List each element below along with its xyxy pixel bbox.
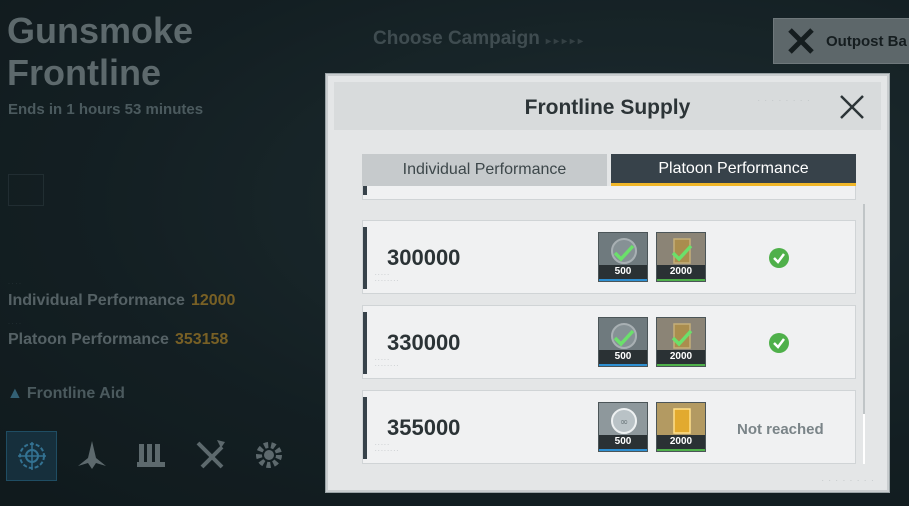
reward-row: 330000 · · · · · · · · · · · · · 500 2000 bbox=[362, 305, 856, 379]
reward-item-gold[interactable]: 2000 bbox=[656, 402, 706, 452]
reward-item-gold[interactable]: 2000 bbox=[656, 232, 706, 282]
close-icon bbox=[840, 95, 864, 119]
frontline-supply-modal: Frontline Supply · · · · · · · · Individ… bbox=[326, 74, 889, 492]
reward-item-medal[interactable]: 500 bbox=[598, 232, 648, 282]
check-icon bbox=[671, 329, 693, 347]
reward-row: 300000 · · · · · · · · · · · · · 500 2000 bbox=[362, 220, 856, 294]
scrollbar-thumb[interactable] bbox=[863, 414, 865, 464]
row-edge bbox=[363, 186, 367, 195]
reward-quantity: 500 bbox=[599, 350, 647, 366]
threshold-score: 330000 bbox=[387, 330, 461, 355]
row-fine-print: · · · · · · · · · · · · · bbox=[375, 357, 399, 369]
reward-quantity: 2000 bbox=[657, 435, 705, 451]
reward-row-partial bbox=[362, 186, 856, 200]
close-button[interactable] bbox=[837, 92, 867, 122]
claimed-check-icon bbox=[769, 333, 789, 353]
check-icon bbox=[613, 244, 635, 262]
row-edge bbox=[363, 397, 367, 459]
tab-platoon-performance[interactable]: Platoon Performance bbox=[611, 154, 856, 186]
row-fine-print: · · · · · · · · · · · · · bbox=[375, 272, 399, 284]
reward-quantity: 500 bbox=[599, 435, 647, 451]
reward-list[interactable]: 300000 · · · · · · · · · · · · · 500 2000… bbox=[362, 186, 858, 466]
threshold-score: 300000 bbox=[387, 245, 461, 270]
performance-tabs: Individual Performance Platoon Performan… bbox=[362, 154, 856, 186]
reward-item-medal[interactable]: ∞ 500 bbox=[598, 402, 648, 452]
check-icon bbox=[613, 329, 635, 347]
row-edge bbox=[363, 312, 367, 374]
reward-item-medal[interactable]: 500 bbox=[598, 317, 648, 367]
row-fine-print: · · · · · · · · · · · · · bbox=[375, 442, 399, 454]
reward-quantity: 2000 bbox=[657, 350, 705, 366]
tab-individual-performance[interactable]: Individual Performance bbox=[362, 154, 607, 186]
claimed-check-icon bbox=[769, 248, 789, 268]
row-edge bbox=[363, 227, 367, 289]
silver-medal-icon: ∞ bbox=[611, 408, 637, 434]
svg-text:∞: ∞ bbox=[620, 417, 628, 428]
footer-decoration: · · · · · · · · bbox=[821, 478, 875, 484]
gold-bar-icon bbox=[673, 408, 691, 434]
reward-quantity: 2000 bbox=[657, 265, 705, 281]
header-decoration: · · · · · · · · bbox=[757, 98, 811, 104]
reward-quantity: 500 bbox=[599, 265, 647, 281]
reward-item-gold[interactable]: 2000 bbox=[656, 317, 706, 367]
not-reached-status: Not reached bbox=[737, 421, 824, 438]
modal-header: Frontline Supply · · · · · · · · bbox=[334, 82, 881, 130]
reward-row: 355000 · · · · · · · · · · · · · ∞ 500 20… bbox=[362, 390, 856, 464]
threshold-score: 355000 bbox=[387, 415, 461, 440]
check-icon bbox=[671, 244, 693, 262]
